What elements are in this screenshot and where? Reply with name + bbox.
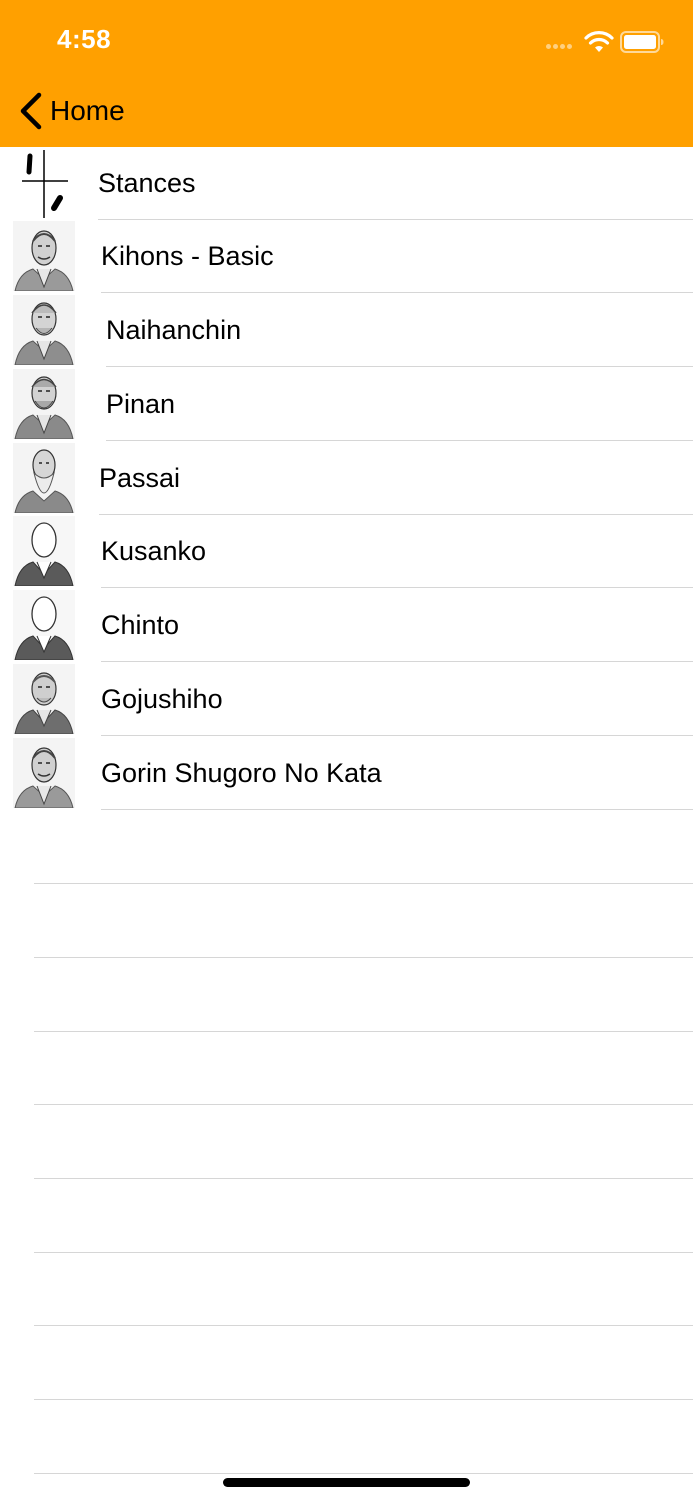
list-item-label: Gorin Shugoro No Kata xyxy=(101,758,382,788)
row-divider xyxy=(101,735,693,736)
list-item-label: Kusanko xyxy=(101,536,207,566)
list-item-label: Naihanchin xyxy=(106,315,242,345)
list-item-pinan[interactable]: Pinan xyxy=(0,368,693,441)
empty-row-divider xyxy=(34,1399,693,1400)
master-portrait-icon xyxy=(13,295,75,365)
chevron-left-icon xyxy=(20,92,42,130)
row-divider xyxy=(101,292,693,293)
list-item-gojushiho[interactable]: Gojushiho xyxy=(0,663,693,736)
list-item-label: Passai xyxy=(99,463,181,493)
list-item-label: Chinto xyxy=(101,610,180,640)
stance-diagram-icon xyxy=(20,148,70,218)
master-portrait-icon xyxy=(13,369,75,439)
list-item-label: Stances xyxy=(98,168,196,198)
row-divider xyxy=(101,661,693,662)
empty-row-divider xyxy=(34,1104,693,1105)
battery-icon xyxy=(620,31,664,53)
row-divider xyxy=(101,587,693,588)
row-divider xyxy=(106,366,693,367)
status-time: 4:58 xyxy=(57,24,112,54)
empty-row-divider xyxy=(34,1031,693,1032)
master-portrait-icon xyxy=(13,738,75,808)
empty-row-divider xyxy=(34,957,693,958)
wifi-icon xyxy=(584,31,614,52)
list-item-kihons-basic[interactable]: Kihons - Basic xyxy=(0,220,693,293)
empty-row-divider xyxy=(34,1252,693,1253)
empty-row-divider xyxy=(34,883,693,884)
list-item-label: Gojushiho xyxy=(101,684,223,714)
back-button-label: Home xyxy=(50,95,125,126)
empty-row-divider xyxy=(34,1325,693,1326)
blank-face-portrait-icon xyxy=(13,516,75,586)
row-divider xyxy=(101,809,693,810)
master-portrait-icon xyxy=(13,221,75,291)
master-portrait-icon xyxy=(13,443,75,513)
row-divider xyxy=(106,440,693,441)
list-item-kusanko[interactable]: Kusanko xyxy=(0,515,693,588)
list-item-passai[interactable]: Passai xyxy=(0,442,693,515)
list-item-label: Kihons - Basic xyxy=(101,241,274,271)
empty-row-divider xyxy=(34,1473,693,1474)
list-item-naihanchin[interactable]: Naihanchin xyxy=(0,294,693,367)
master-portrait-icon xyxy=(13,664,75,734)
list-item-gorin-shugoro-no-kata[interactable]: Gorin Shugoro No Kata xyxy=(0,737,693,810)
cellular-signal-icon xyxy=(546,44,578,50)
list-item-label: Pinan xyxy=(106,389,176,419)
home-indicator[interactable] xyxy=(223,1478,470,1487)
empty-row-divider xyxy=(34,1178,693,1179)
back-button[interactable]: Home xyxy=(18,90,125,132)
blank-face-portrait-icon xyxy=(13,590,75,660)
list-item-stances[interactable]: Stances xyxy=(0,147,693,220)
navigation-bar: 4:58 Home xyxy=(0,0,693,147)
list-item-chinto[interactable]: Chinto xyxy=(0,589,693,662)
